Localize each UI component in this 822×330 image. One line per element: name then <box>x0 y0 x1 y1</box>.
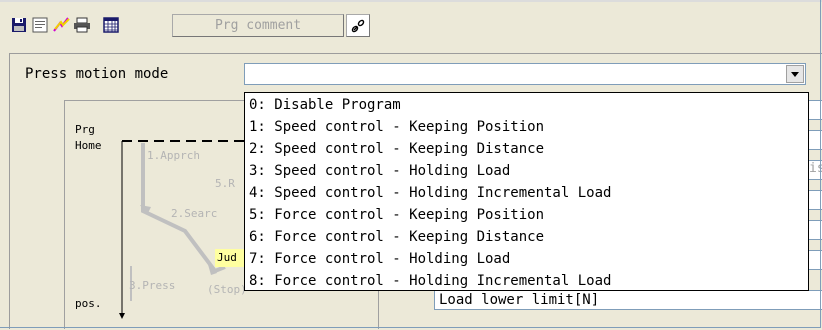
partial-text: is <box>809 161 822 176</box>
dropdown-option[interactable]: 2: Speed control - Keeping Distance <box>245 138 808 160</box>
pos-label: pos. <box>75 297 102 310</box>
load-lower-limit-label: Load lower limit[N] <box>439 292 600 308</box>
prg-label: Prg <box>75 123 95 136</box>
save-icon[interactable] <box>8 14 30 36</box>
step-approach-label: 1.Apprch <box>147 149 200 162</box>
dropdown-arrow-icon[interactable] <box>786 65 804 83</box>
dropdown-option[interactable]: 5: Force control - Keeping Position <box>245 204 808 226</box>
step-search-label: 2.Searc <box>171 207 218 220</box>
dropdown-option[interactable]: 3: Speed control - Holding Load <box>245 160 808 182</box>
judge-label: Jud <box>217 251 237 264</box>
step-press-label: 3.Press <box>129 279 176 292</box>
press-motion-mode-label: Press motion mode <box>25 66 169 82</box>
dropdown-option[interactable]: 7: Force control - Holding Load <box>245 248 808 270</box>
step-5-label: 5.R <box>215 177 235 190</box>
link-icon[interactable] <box>346 14 370 37</box>
document-icon[interactable] <box>29 14 51 36</box>
dropdown-option[interactable]: 8: Force control - Holding Incremental L… <box>245 270 808 292</box>
print-icon[interactable] <box>71 14 93 36</box>
stop-label: (Stop) <box>207 283 247 296</box>
dropdown-option[interactable]: 4: Speed control - Holding Incremental L… <box>245 182 808 204</box>
load-lower-limit-field[interactable]: Load lower limit[N] <box>434 290 822 310</box>
press-motion-mode-select[interactable] <box>244 63 806 85</box>
table-icon[interactable] <box>100 14 122 36</box>
dropdown-option[interactable]: 6: Force control - Keeping Distance <box>245 226 808 248</box>
press-motion-mode-dropdown: 0: Disable Program 1: Speed control - Ke… <box>244 92 809 291</box>
top-edge <box>0 0 822 2</box>
prg-comment-button[interactable]: Prg comment <box>172 14 344 37</box>
home-label: Home <box>75 139 102 152</box>
dropdown-option[interactable]: 0: Disable Program <box>245 94 808 116</box>
lightning-icon[interactable] <box>50 14 72 36</box>
dropdown-option[interactable]: 1: Speed control - Keeping Position <box>245 116 808 138</box>
